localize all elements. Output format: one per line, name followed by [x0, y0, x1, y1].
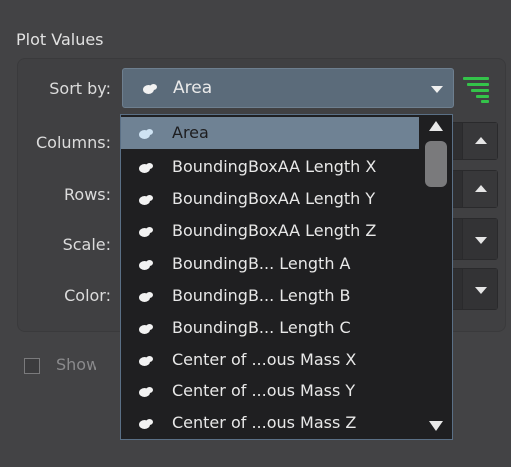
- list-item[interactable]: Center of ...ous Mass Z: [121, 407, 419, 439]
- chevron-down-icon: [475, 287, 487, 294]
- arrow-up-icon: [475, 137, 487, 144]
- surface-blob-icon: [139, 387, 153, 397]
- chevron-down-icon[interactable]: [431, 86, 443, 93]
- scale-label: Scale:: [62, 235, 111, 254]
- list-item[interactable]: Center of ...ous Mass X: [121, 344, 419, 376]
- scrollbar-thumb[interactable]: [425, 141, 447, 187]
- sort-by-value: Area: [173, 78, 213, 98]
- dropdown-scrollbar[interactable]: [421, 115, 452, 439]
- surface-blob-icon: [139, 163, 153, 173]
- columns-label: Columns:: [36, 133, 111, 152]
- surface-blob-icon: [139, 356, 153, 366]
- surface-blob-icon: [139, 129, 153, 139]
- columns-spin-up[interactable]: [462, 123, 497, 159]
- list-item[interactable]: Center of ...ous Mass Y: [121, 375, 419, 407]
- list-item[interactable]: Area: [121, 117, 419, 149]
- surface-blob-icon: [139, 260, 153, 270]
- rows-spin-up[interactable]: [462, 171, 497, 207]
- sort-by-dropdown-list[interactable]: Area BoundingBoxAA Length X BoundingBoxA…: [120, 114, 453, 440]
- chevron-down-icon: [475, 237, 487, 244]
- list-item[interactable]: BoundingB... Length A: [121, 248, 419, 280]
- color-dropdown-arrow[interactable]: [462, 269, 497, 309]
- list-item[interactable]: BoundingB... Length B: [121, 280, 419, 312]
- color-label: Color:: [64, 286, 111, 305]
- scroll-up-icon[interactable]: [429, 121, 443, 131]
- sort-order-icon[interactable]: [462, 75, 492, 103]
- list-item[interactable]: BoundingBoxAA Length X: [121, 151, 419, 183]
- arrow-up-icon: [475, 185, 487, 192]
- list-item[interactable]: BoundingBoxAA Length Z: [121, 215, 419, 247]
- surface-blob-icon: [139, 419, 153, 429]
- show-checkbox[interactable]: [24, 358, 40, 374]
- panel-title: Plot Values: [16, 30, 104, 49]
- surface-blob-icon: [139, 292, 153, 302]
- list-item[interactable]: BoundingBoxAA Length Y: [121, 183, 419, 215]
- rows-label: Rows:: [64, 185, 111, 204]
- surface-blob-icon: [139, 227, 153, 237]
- scale-dropdown-arrow[interactable]: [462, 219, 497, 259]
- sort-by-combobox[interactable]: Area: [122, 68, 454, 108]
- surface-blob-icon: [143, 84, 157, 94]
- show-checkbox-label: Show A: [56, 355, 96, 374]
- list-item[interactable]: BoundingB... Length C: [121, 312, 419, 344]
- scroll-down-icon[interactable]: [429, 421, 443, 431]
- surface-blob-icon: [139, 195, 153, 205]
- sort-by-label: Sort by:: [49, 79, 111, 98]
- surface-blob-icon: [139, 324, 153, 334]
